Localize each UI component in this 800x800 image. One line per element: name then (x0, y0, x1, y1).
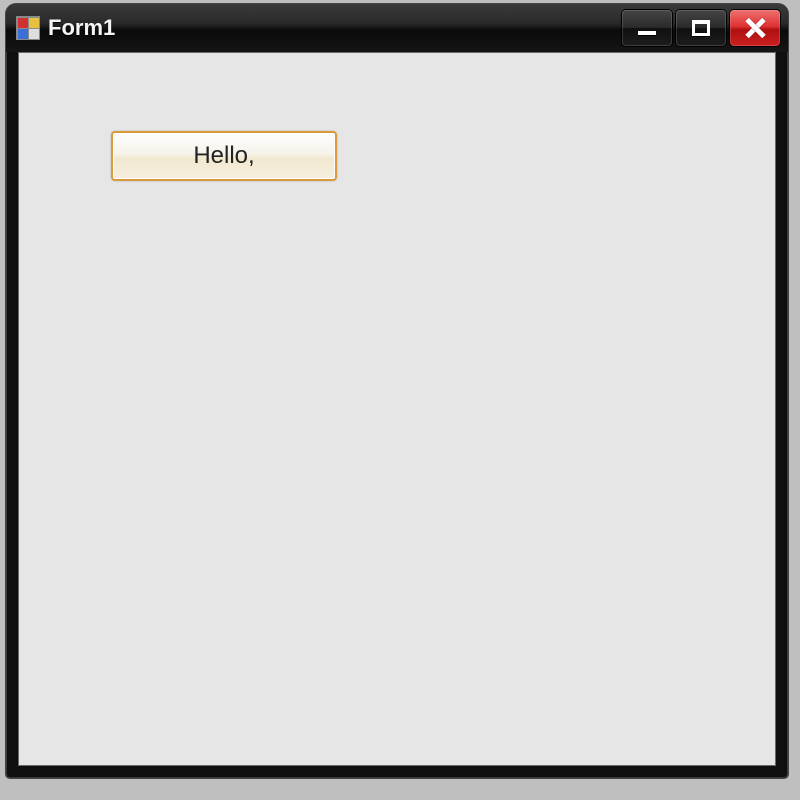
maximize-button[interactable] (676, 10, 726, 46)
app-icon (16, 16, 40, 40)
window-title: Form1 (48, 15, 115, 41)
minimize-button[interactable] (622, 10, 672, 46)
form-client-area: Hello, (18, 52, 776, 766)
minimize-icon (638, 31, 656, 35)
titlebar[interactable]: Form1 (6, 4, 788, 52)
hello-button[interactable]: Hello, (111, 131, 337, 181)
maximize-icon (692, 20, 710, 36)
app-window: Form1 Hello, (6, 4, 788, 778)
close-button[interactable] (730, 10, 780, 46)
window-controls (618, 10, 780, 46)
close-icon (744, 17, 766, 39)
